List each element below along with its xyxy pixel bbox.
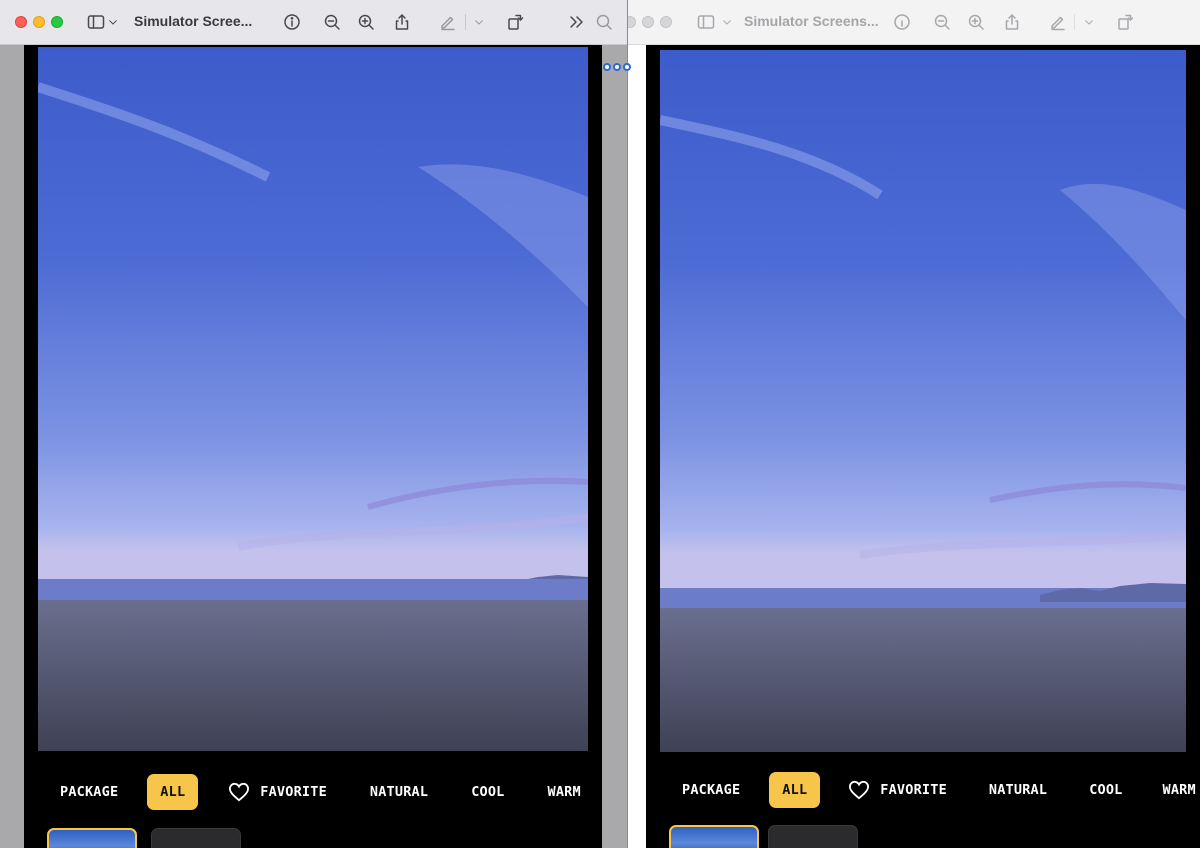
simulator-screenshot: PACKAGE ALL FAVORITE NATURAL COOL WARM (24, 45, 602, 848)
close-window-button[interactable] (15, 16, 27, 28)
filter-thumbnail[interactable] (151, 828, 241, 848)
share-icon[interactable] (1002, 12, 1022, 32)
markup-pen-icon[interactable] (1048, 12, 1068, 32)
share-icon[interactable] (392, 12, 412, 32)
simulator-screenshot: PACKAGE ALL FAVORITE NATURAL COOL WARM (646, 45, 1200, 848)
window-title: Simulator Scree... (134, 13, 253, 29)
filter-favorite[interactable]: FAVORITE (228, 774, 327, 810)
filter-all[interactable]: ALL (769, 772, 821, 808)
chevron-double-right-icon[interactable] (566, 12, 586, 32)
beach-photo (38, 47, 588, 751)
info-icon[interactable] (892, 12, 912, 32)
chevron-down-icon[interactable] (720, 12, 734, 32)
chevron-down-icon[interactable] (106, 12, 120, 32)
heart-icon (848, 780, 870, 800)
filter-category-bar: PACKAGE ALL FAVORITE NATURAL COOL WARM (682, 772, 1196, 808)
window-toolbar: Simulator Scree... (0, 0, 627, 45)
markup-pen-icon[interactable] (438, 12, 458, 32)
filter-natural[interactable]: NATURAL (989, 772, 1047, 808)
rotate-icon[interactable] (1115, 12, 1135, 32)
filter-package[interactable]: PACKAGE (60, 774, 118, 810)
minimize-window-button[interactable] (33, 16, 45, 28)
window-title: Simulator Screens... (744, 13, 879, 29)
zoom-in-icon[interactable] (356, 12, 376, 32)
preview-window-right: Simulator Screens... PACKAGE ALL FAVORIT… (628, 0, 1200, 848)
filter-package[interactable]: PACKAGE (682, 772, 740, 808)
toolbar-divider (465, 14, 466, 30)
filter-thumbnail[interactable] (768, 825, 858, 848)
zoom-out-icon[interactable] (322, 12, 342, 32)
chevron-down-icon[interactable] (472, 12, 486, 32)
filter-thumbnail-selected[interactable] (669, 825, 759, 848)
window-toolbar: Simulator Screens... (628, 0, 1200, 45)
heart-icon (228, 782, 250, 802)
zoom-in-icon[interactable] (966, 12, 986, 32)
minimize-window-button[interactable] (642, 16, 654, 28)
toolbar-divider (1074, 14, 1075, 30)
info-icon[interactable] (282, 12, 302, 32)
filter-warm[interactable]: WARM (1163, 772, 1196, 808)
filter-favorite-label: FAVORITE (880, 782, 947, 798)
close-window-button[interactable] (628, 16, 636, 28)
beach-photo (660, 50, 1186, 752)
filter-warm[interactable]: WARM (548, 774, 581, 810)
filter-thumbnail-selected[interactable] (47, 828, 137, 848)
sidebar-icon[interactable] (86, 12, 106, 32)
filter-cool[interactable]: COOL (1089, 772, 1122, 808)
zoom-window-button[interactable] (660, 16, 672, 28)
preview-window-left: Simulator Scree... PACKAGE ALL FAVORITE … (0, 0, 628, 848)
filter-favorite[interactable]: FAVORITE (848, 772, 947, 808)
filter-all[interactable]: ALL (147, 774, 199, 810)
zoom-out-icon[interactable] (932, 12, 952, 32)
zoom-window-button[interactable] (51, 16, 63, 28)
search-icon[interactable] (594, 12, 614, 32)
rotate-icon[interactable] (505, 12, 525, 32)
filter-natural[interactable]: NATURAL (370, 774, 428, 810)
filter-category-bar: PACKAGE ALL FAVORITE NATURAL COOL WARM (60, 774, 581, 810)
sidebar-icon[interactable] (696, 12, 716, 32)
selection-handle[interactable] (603, 63, 631, 71)
filter-favorite-label: FAVORITE (260, 784, 327, 800)
chevron-down-icon[interactable] (1082, 12, 1096, 32)
filter-cool[interactable]: COOL (471, 774, 504, 810)
